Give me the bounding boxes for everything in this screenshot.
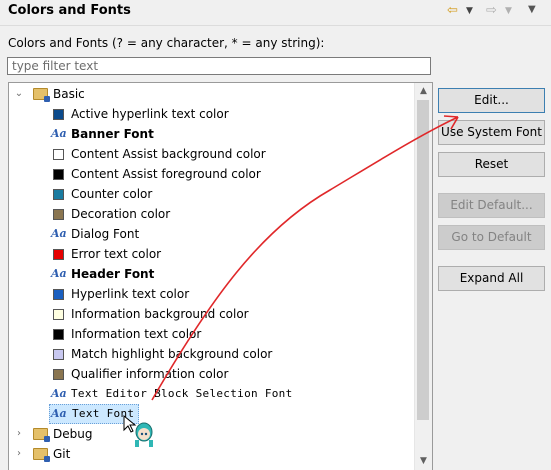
- use-system-font-button[interactable]: Use System Font: [438, 120, 545, 145]
- tree-item-label: Information text color: [71, 327, 202, 341]
- tree-item-label: Decoration color: [71, 207, 171, 221]
- tree-item[interactable]: Decoration color: [9, 204, 414, 224]
- folder-icon: [33, 448, 50, 462]
- tree-item-label: Active hyperlink text color: [71, 107, 229, 121]
- tree-item-label: Counter color: [71, 187, 153, 201]
- filter-input[interactable]: [7, 57, 431, 75]
- dropdown-icon: ▼: [505, 6, 512, 16]
- cursor-character-icon: [123, 414, 153, 447]
- color-swatch-icon: [53, 209, 64, 220]
- tree-item-label: Content Assist foreground color: [71, 167, 261, 181]
- header-separator: [0, 25, 551, 26]
- font-icon: Aa: [51, 387, 67, 400]
- tree-item[interactable]: Aa Banner Font: [9, 124, 414, 144]
- vertical-scrollbar[interactable]: ▲ ▼: [414, 83, 432, 470]
- tree-item[interactable]: Match highlight background color: [9, 344, 414, 364]
- font-icon: Aa: [51, 407, 67, 420]
- tree-item-label: Text Editor Block Selection Font: [71, 387, 293, 400]
- tree-item[interactable]: Aa Header Font: [9, 264, 414, 284]
- color-swatch-icon: [53, 349, 64, 360]
- tree-group-debug[interactable]: › Debug: [9, 424, 414, 444]
- tree-item[interactable]: Hyperlink text color: [9, 284, 414, 304]
- tree-item[interactable]: Active hyperlink text color: [9, 104, 414, 124]
- tree-item-label: Dialog Font: [71, 227, 140, 241]
- tree-item-label: Information background color: [71, 307, 249, 321]
- forward-arrow-icon: ⇨: [486, 3, 497, 18]
- font-icon: Aa: [51, 127, 67, 140]
- tree-item[interactable]: Aa Text Editor Block Selection Font: [9, 384, 414, 404]
- folder-icon: [33, 88, 50, 102]
- filter-label: Colors and Fonts (? = any character, * =…: [8, 36, 325, 50]
- tree-group-label: Debug: [53, 427, 93, 441]
- scroll-up-icon[interactable]: ▲: [415, 83, 432, 100]
- tree-item[interactable]: Qualifier information color: [9, 364, 414, 384]
- view-title: Colors and Fonts: [8, 3, 131, 18]
- view-menu-icon[interactable]: ▼: [528, 3, 536, 17]
- color-swatch-icon: [53, 169, 64, 180]
- tree-group-label: Basic: [53, 87, 85, 101]
- tree-group-git[interactable]: › Git: [9, 444, 414, 464]
- tree-item-label: Error text color: [71, 247, 162, 261]
- dropdown-icon[interactable]: ▼: [466, 4, 473, 18]
- color-swatch-icon: [53, 369, 64, 380]
- tree-item[interactable]: Aa Dialog Font: [9, 224, 414, 244]
- go-to-default-button: Go to Default: [438, 225, 545, 250]
- tree-item[interactable]: Content Assist background color: [9, 144, 414, 164]
- tree-item[interactable]: Information text color: [9, 324, 414, 344]
- tree-item-label: Content Assist background color: [71, 147, 266, 161]
- tree-item[interactable]: Text Font Aa: [9, 404, 414, 424]
- back-arrow-icon[interactable]: ⇦: [447, 4, 458, 18]
- tree-item-label: Banner Font: [71, 127, 154, 141]
- tree-item-label: Qualifier information color: [71, 367, 229, 381]
- tree-item-label: Header Font: [71, 267, 155, 281]
- color-swatch-icon: [53, 189, 64, 200]
- tree-item[interactable]: Error text color: [9, 244, 414, 264]
- scroll-thumb[interactable]: [417, 100, 429, 420]
- collapse-chevron-icon[interactable]: ⌄: [14, 84, 24, 104]
- tree-group-label: Git: [53, 447, 71, 461]
- color-swatch-icon: [53, 309, 64, 320]
- folder-icon: [33, 428, 50, 442]
- color-swatch-icon: [53, 329, 64, 340]
- tree-item[interactable]: Content Assist foreground color: [9, 164, 414, 184]
- tree-item[interactable]: Counter color: [9, 184, 414, 204]
- font-icon: Aa: [51, 227, 67, 240]
- tree-item-label: Match highlight background color: [71, 347, 273, 361]
- color-swatch-icon: [53, 249, 64, 260]
- expand-all-button[interactable]: Expand All: [438, 266, 545, 291]
- colors-fonts-tree[interactable]: ⌄ Basic Active hyperlink text color Aa Banne…: [8, 82, 433, 470]
- expand-chevron-icon[interactable]: ›: [14, 424, 24, 444]
- font-icon: Aa: [51, 267, 67, 280]
- reset-button[interactable]: Reset: [438, 152, 545, 177]
- tree-item-label: Hyperlink text color: [71, 287, 190, 301]
- color-swatch-icon: [53, 149, 64, 160]
- edit-button[interactable]: Edit...: [438, 88, 545, 113]
- scroll-down-icon[interactable]: ▼: [415, 453, 432, 470]
- tree-group-basic[interactable]: ⌄ Basic: [9, 84, 414, 104]
- edit-default-button: Edit Default...: [438, 193, 545, 218]
- color-swatch-icon: [53, 109, 64, 120]
- color-swatch-icon: [53, 289, 64, 300]
- expand-chevron-icon[interactable]: ›: [14, 444, 24, 464]
- tree-item[interactable]: Information background color: [9, 304, 414, 324]
